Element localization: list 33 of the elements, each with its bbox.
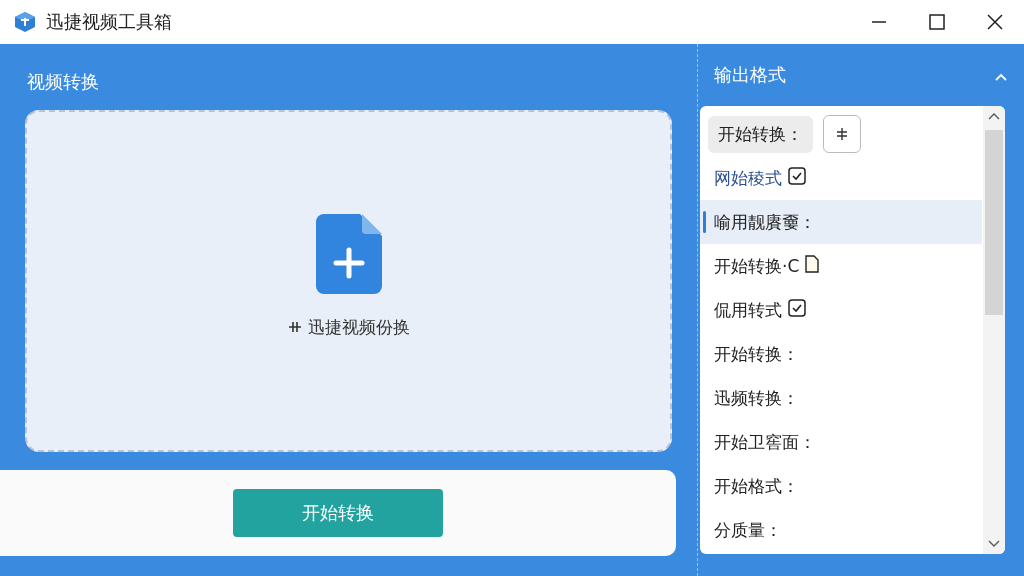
format-option[interactable]: 开始卫窖面： (700, 420, 982, 464)
option-label: 开始转换·C (714, 254, 800, 278)
filter-button[interactable] (823, 115, 861, 153)
window-title: 迅捷视频工具箱 (46, 10, 173, 34)
checkbox[interactable] (788, 299, 806, 317)
drop-zone[interactable]: 迅捷视频份换 (25, 110, 672, 452)
option-label: 迅频转换： (714, 386, 799, 410)
checkbox[interactable] (788, 167, 806, 185)
drop-label: 迅捷视频份换 (307, 315, 410, 339)
format-option[interactable]: 网始稜式 (700, 156, 982, 200)
add-file-icon (315, 213, 382, 294)
collapse-icon[interactable] (994, 71, 1008, 82)
scrollbar[interactable] (983, 106, 1005, 554)
option-label: 开始卫窖面： (714, 430, 816, 454)
option-label: 开始转换： (714, 342, 799, 366)
option-label: 开始格式： (714, 474, 799, 498)
format-option[interactable]: 开始转换： (700, 332, 982, 376)
document-icon (805, 255, 820, 273)
panel-heading: 输出格式 (714, 63, 786, 87)
format-option[interactable]: 迅频转换： (700, 376, 982, 420)
section-heading: 视频转换 (26, 70, 99, 94)
option-label: 喻用靓賡嫑： (714, 210, 816, 234)
format-option[interactable]: 喻用靓賡嫑： (700, 200, 982, 244)
app-logo-icon (14, 11, 36, 33)
format-option[interactable]: 侃用转式 (700, 288, 982, 332)
option-label: 网始稜式 (714, 166, 782, 190)
option-label: 侃用转式 (714, 298, 782, 322)
format-option[interactable]: 开始转换： (700, 112, 982, 156)
format-option[interactable]: 开始格式： (700, 464, 982, 508)
format-option[interactable]: 开始转换·C (700, 244, 982, 288)
option-label: 开始转换： (708, 115, 813, 153)
format-option[interactable]: 分质量： (700, 508, 982, 552)
option-label: 分质量： (714, 518, 782, 542)
